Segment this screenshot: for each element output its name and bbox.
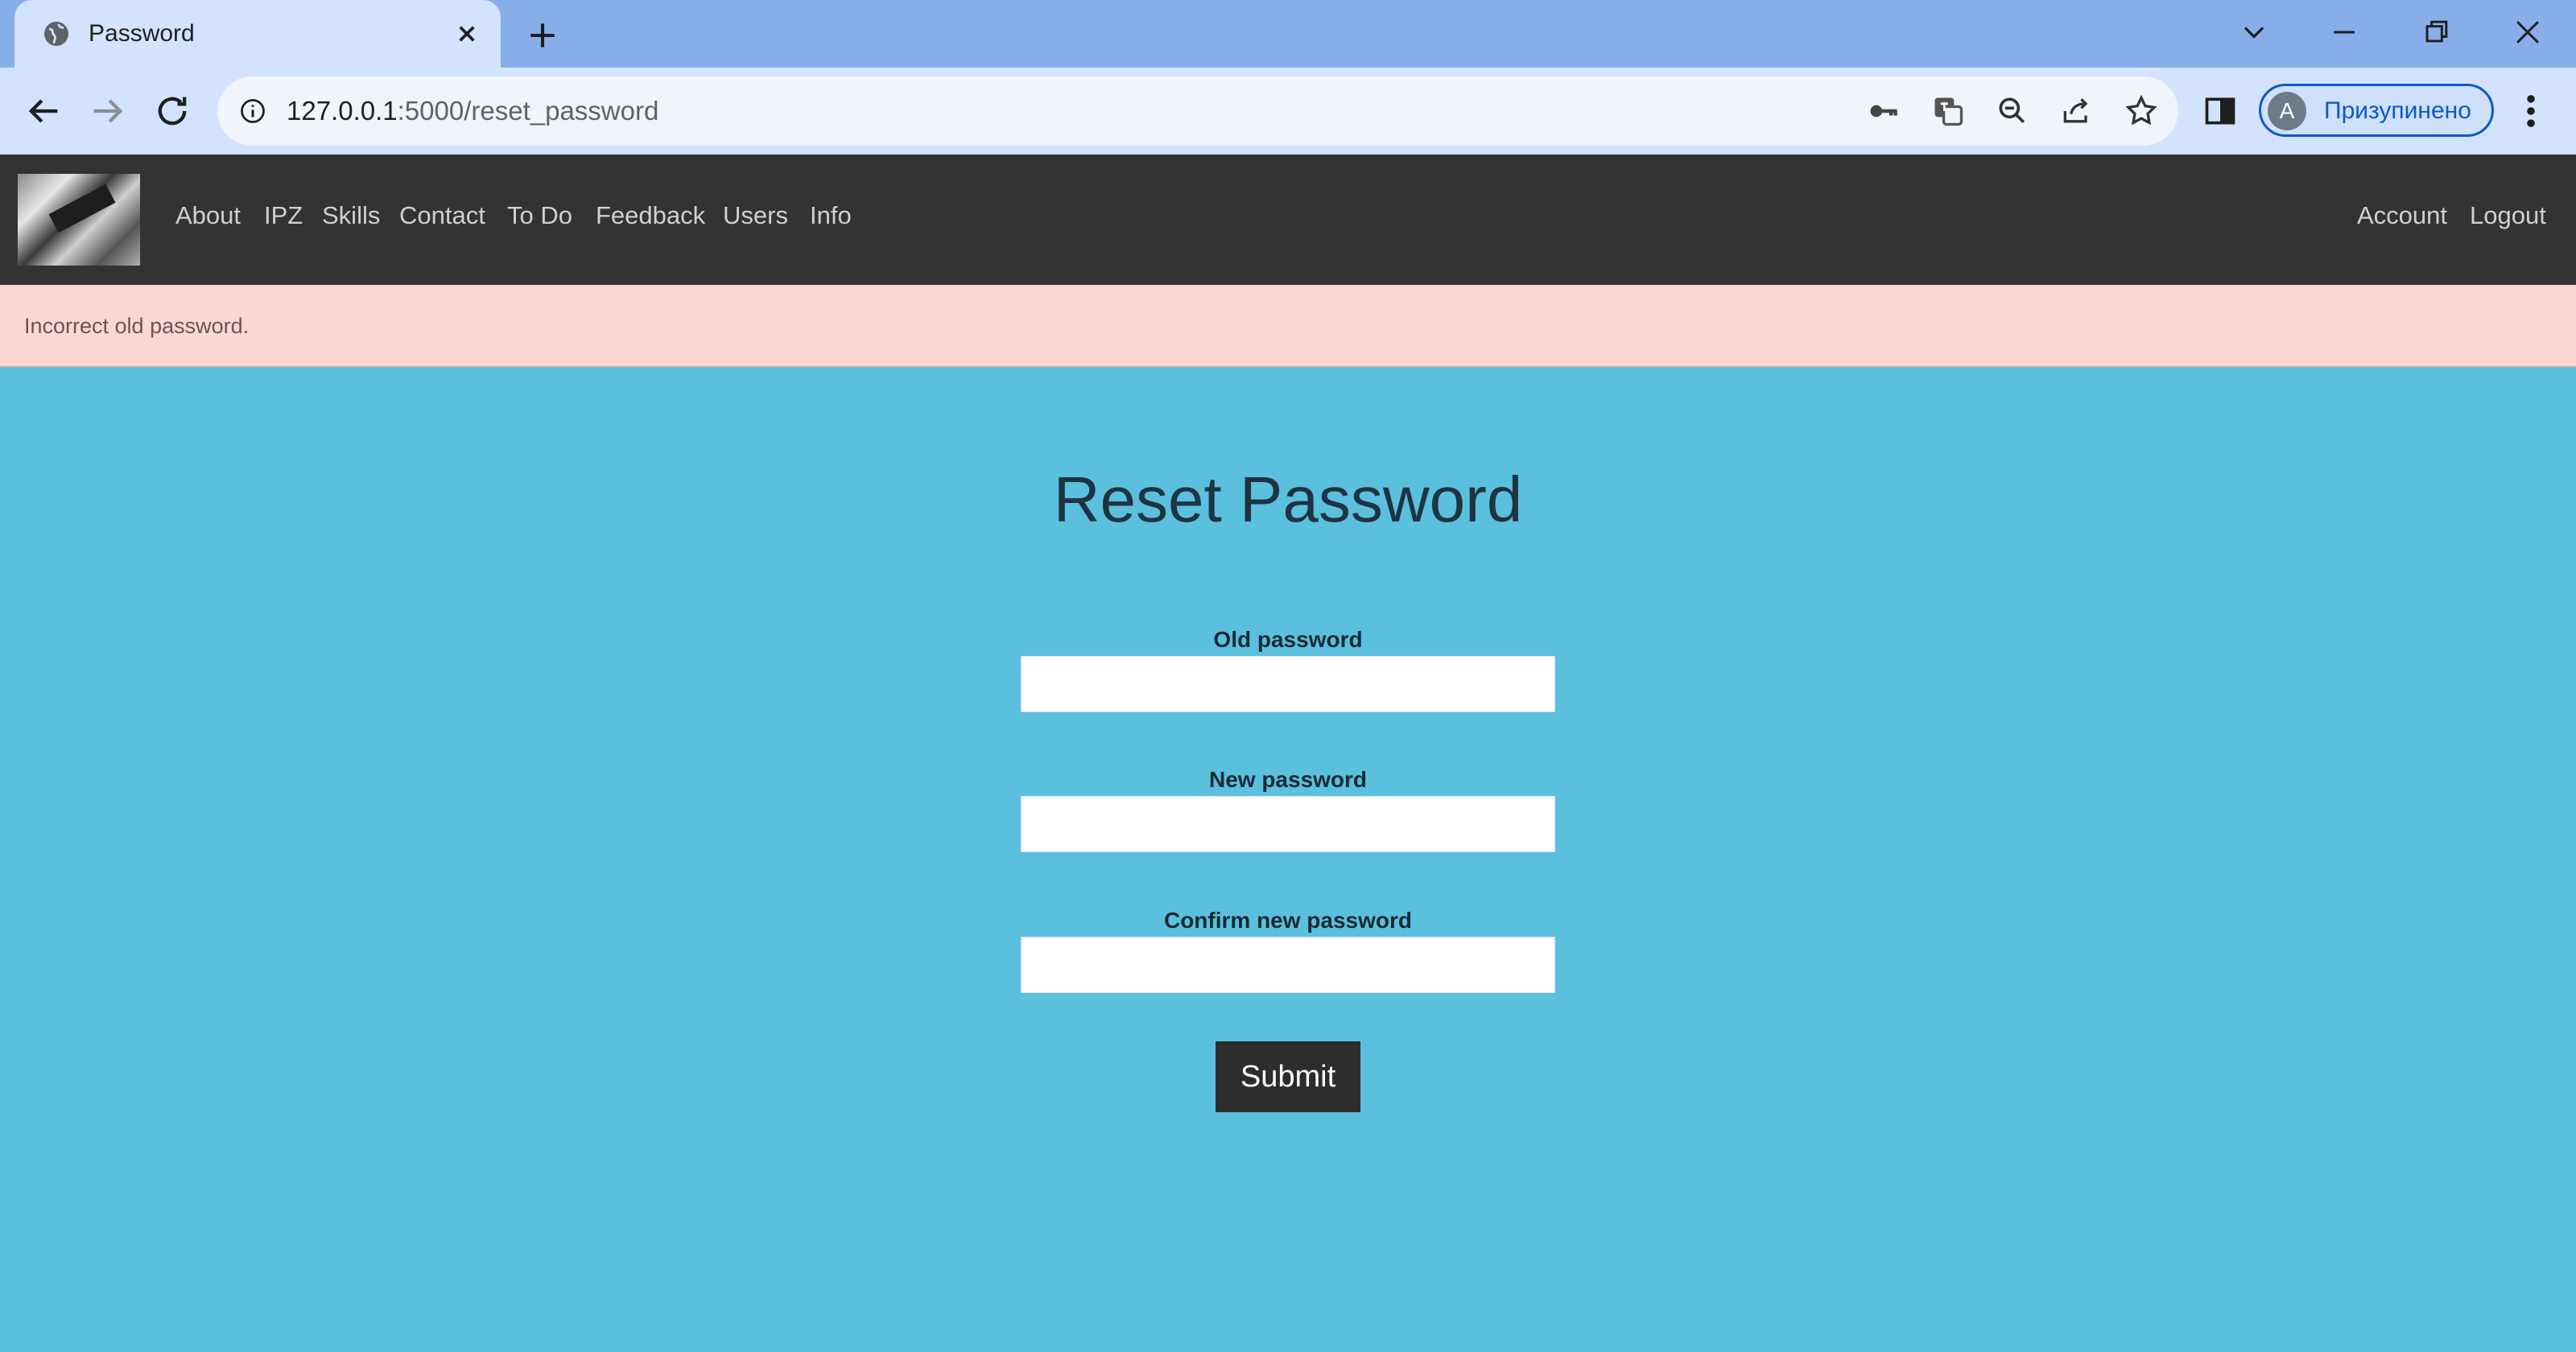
zoom-out-icon[interactable] [1995,93,2030,129]
confirm-password-field[interactable] [1021,937,1555,993]
url-path: :5000/reset_password [397,96,659,126]
old-password-label: Old password [1213,627,1363,652]
nav-link-info[interactable]: Info [810,196,852,235]
new-tab-icon[interactable] [525,18,560,53]
nav-link-feedback[interactable]: Feedback [596,196,705,235]
site-info-icon[interactable] [238,97,267,126]
nav-link-ipz[interactable]: IPZ [264,196,303,235]
error-alert: Incorrect old password. [0,285,2576,367]
globe-icon [44,22,68,46]
translate-icon[interactable] [1930,93,1966,129]
nav-link-users[interactable]: Users [723,196,788,235]
minimize-icon[interactable] [2326,14,2362,50]
more-vert-icon[interactable] [2515,90,2547,132]
submit-button[interactable]: Submit [1216,1041,1360,1112]
nav-link-account[interactable]: Account [2357,196,2447,235]
nav-link-logout[interactable]: Logout [2470,196,2546,235]
forward-arrow-icon[interactable] [87,90,129,132]
bookmark-star-icon[interactable] [2124,93,2159,129]
old-password-field[interactable] [1021,656,1555,712]
side-panel-icon[interactable] [2202,93,2238,129]
window-close-icon[interactable] [2510,14,2545,50]
browser-tabstrip: Password [0,0,2576,68]
site-navbar: About IPZ Skills Contact To Do Feedback … [0,155,2576,285]
profile-button[interactable]: A Призупинено [2259,84,2494,137]
confirm-password-label: Confirm new password [1163,908,1413,933]
nav-link-skills[interactable]: Skills [322,196,380,235]
nav-link-todo[interactable]: To Do [507,196,572,235]
tab-title: Password [89,20,195,47]
nav-link-contact[interactable]: Contact [399,196,485,235]
profile-label: Призупинено [2324,97,2471,124]
close-icon[interactable] [451,18,483,50]
new-password-label: New password [1208,767,1368,792]
browser-tab[interactable]: Password [14,0,501,68]
new-password-field[interactable] [1021,796,1555,852]
alert-message: Incorrect old password. [24,314,250,338]
url-text[interactable]: 127.0.0.1:5000/reset_password [287,93,658,129]
avatar: A [2268,92,2306,130]
share-icon[interactable] [2059,93,2095,129]
site-logo[interactable] [18,174,140,266]
page-title: Reset Password [1053,464,1523,535]
restore-icon[interactable] [2418,14,2454,50]
back-arrow-icon[interactable] [23,90,64,132]
reload-icon[interactable] [151,90,193,132]
url-host: 127.0.0.1 [287,96,398,126]
chevron-down-icon[interactable] [2236,14,2272,50]
nav-link-about[interactable]: About [175,196,241,235]
key-icon[interactable] [1866,93,1901,129]
